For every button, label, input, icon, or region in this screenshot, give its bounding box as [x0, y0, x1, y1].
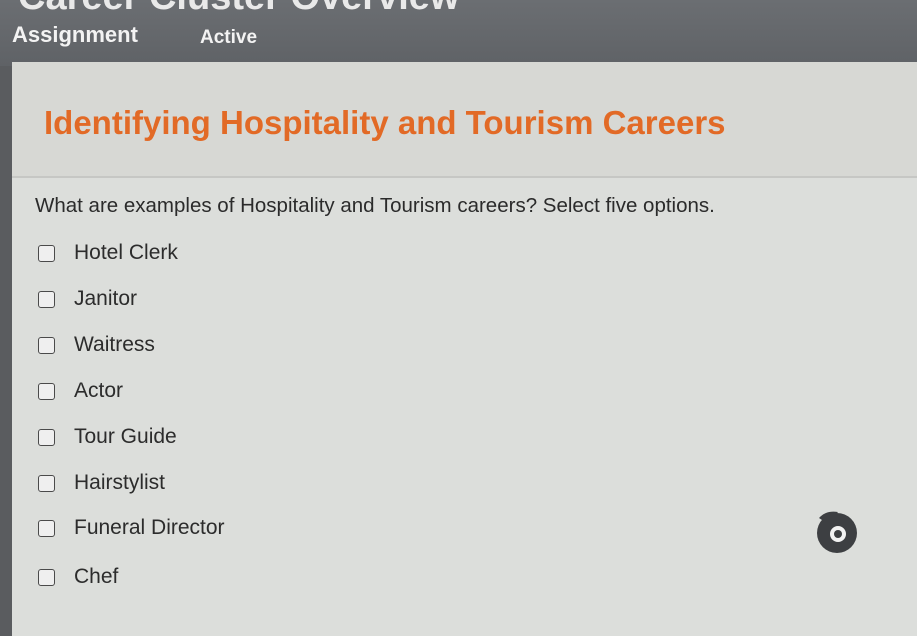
option-actor[interactable]: Actor [38, 377, 123, 405]
option-label: Waitress [74, 333, 155, 356]
empty-checkbox-icon[interactable] [38, 428, 55, 446]
question-text: What are examples of Hospitality and Tou… [35, 194, 715, 217]
option-label: Actor [74, 379, 124, 402]
status-label: Active [200, 27, 258, 48]
title-band: Identifying Hospitality and Tourism Care… [12, 62, 917, 178]
option-waitress[interactable]: Waitress [38, 331, 155, 359]
option-label: Hotel Clerk [74, 241, 178, 264]
course-title-partial: Career Cluster Overview [18, 0, 459, 19]
option-chef[interactable]: Chef [38, 563, 118, 591]
assignment-label: Assignment [12, 22, 138, 47]
assignment-panel: Identifying Hospitality and Tourism Care… [12, 62, 917, 636]
option-hairstylist[interactable]: Hairstylist [38, 469, 165, 497]
option-janitor[interactable]: Janitor [38, 285, 137, 313]
option-label: Janitor [74, 287, 138, 310]
page-title: Identifying Hospitality and Tourism Care… [44, 104, 726, 141]
option-label: Tour Guide [74, 425, 177, 448]
option-funeral-director[interactable]: Funeral Director [38, 514, 225, 542]
empty-checkbox-icon[interactable] [38, 290, 55, 308]
empty-checkbox-icon[interactable] [38, 568, 55, 586]
option-label: Funeral Director [74, 516, 225, 539]
option-hotel-clerk[interactable]: Hotel Clerk [38, 239, 178, 267]
empty-checkbox-icon[interactable] [38, 519, 55, 537]
empty-checkbox-icon[interactable] [38, 474, 55, 492]
empty-checkbox-icon[interactable] [38, 382, 55, 400]
reader-bubble-icon[interactable] [814, 508, 860, 554]
option-label: Chef [74, 565, 119, 588]
option-tour-guide[interactable]: Tour Guide [38, 423, 177, 451]
option-label: Hairstylist [74, 471, 166, 494]
empty-checkbox-icon[interactable] [38, 244, 55, 262]
top-bar: Career Cluster Overview Assignment Activ… [0, 0, 917, 66]
empty-checkbox-icon[interactable] [38, 336, 55, 354]
